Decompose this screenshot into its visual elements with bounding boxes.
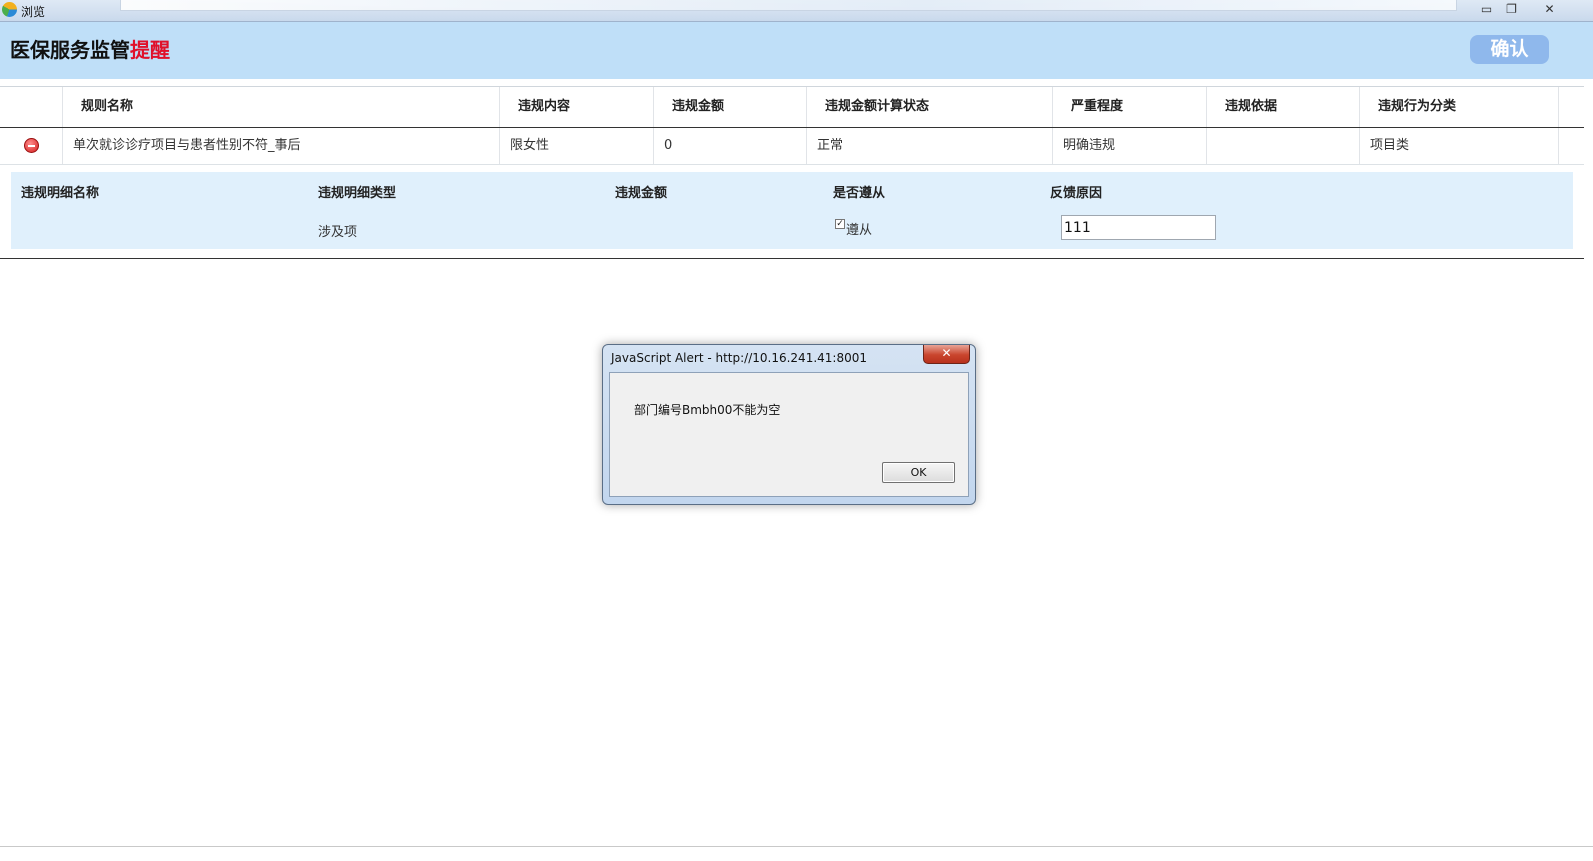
- window-close-icon[interactable]: ✕: [1537, 1, 1562, 18]
- window-title-bar: 浏览 ▭ ❐ ✕: [0, 0, 1593, 22]
- detail-col-type: 违规明细类型: [318, 186, 397, 201]
- cell-category: 项目类: [1359, 128, 1559, 164]
- table-header: 规则名称 违规内容 违规金额 违规金额计算状态 严重程度 违规依据 违规行为分类: [0, 87, 1584, 128]
- detail-col-reason: 反馈原因: [1050, 186, 1103, 201]
- detail-col-name: 违规明细名称: [21, 186, 100, 201]
- detail-type-value: 涉及项: [318, 225, 358, 240]
- comply-checkbox[interactable]: ✓: [835, 219, 845, 229]
- dialog-body: 部门编号Bmbh00不能为空 OK: [609, 372, 969, 497]
- col-basis: 违规依据: [1206, 87, 1359, 127]
- col-rule-name: 规则名称: [62, 87, 499, 127]
- cell-calc-status: 正常: [806, 128, 1052, 164]
- col-calc-status: 违规金额计算状态: [806, 87, 1052, 127]
- page-title: 医保服务监管提醒: [10, 34, 170, 63]
- page-title-main: 医保服务监管: [10, 38, 130, 62]
- detail-panel: 违规明细名称 违规明细类型 违规金额 是否遵从 反馈原因 涉及项 ✓ 遵从: [11, 172, 1573, 249]
- col-content: 违规内容: [499, 87, 653, 127]
- alert-dialog: JavaScript Alert - http://10.16.241.41:8…: [602, 344, 976, 505]
- cell-amount: 0: [653, 128, 806, 164]
- window-title: 浏览: [21, 5, 46, 19]
- restore-icon[interactable]: ❐: [1499, 1, 1524, 18]
- dialog-close-icon[interactable]: ✕: [923, 345, 970, 364]
- app-logo-icon: [2, 2, 17, 17]
- detail-col-comply: 是否遵从: [833, 186, 886, 201]
- detail-col-amount: 违规金额: [615, 186, 668, 201]
- cell-severity: 明确违规: [1052, 128, 1206, 164]
- remove-icon[interactable]: [24, 138, 39, 153]
- comply-label: 遵从: [846, 223, 873, 238]
- divider: [0, 846, 1593, 847]
- cell-rule-name: 单次就诊诊疗项目与患者性别不符_事后: [62, 128, 499, 164]
- minimize-icon[interactable]: ▭: [1474, 1, 1499, 18]
- ok-button[interactable]: OK: [882, 462, 955, 483]
- dialog-title: JavaScript Alert - http://10.16.241.41:8…: [611, 351, 867, 365]
- cell-basis: [1206, 128, 1359, 164]
- confirm-button[interactable]: 确认: [1470, 35, 1549, 64]
- page-title-highlight: 提醒: [130, 38, 170, 62]
- table-row: 单次就诊诊疗项目与患者性别不符_事后 限女性 0 正常 明确违规 项目类: [0, 128, 1584, 165]
- cell-content: 限女性: [499, 128, 653, 164]
- dialog-message: 部门编号Bmbh00不能为空: [634, 403, 781, 417]
- reason-input[interactable]: [1061, 215, 1216, 240]
- address-bar: [120, 0, 1457, 11]
- col-severity: 严重程度: [1052, 87, 1206, 127]
- col-amount: 违规金额: [653, 87, 806, 127]
- rules-table: 规则名称 违规内容 违规金额 违规金额计算状态 严重程度 违规依据 违规行为分类…: [0, 86, 1584, 259]
- page-header: 医保服务监管提醒 确认: [0, 22, 1593, 79]
- col-category: 违规行为分类: [1359, 87, 1559, 127]
